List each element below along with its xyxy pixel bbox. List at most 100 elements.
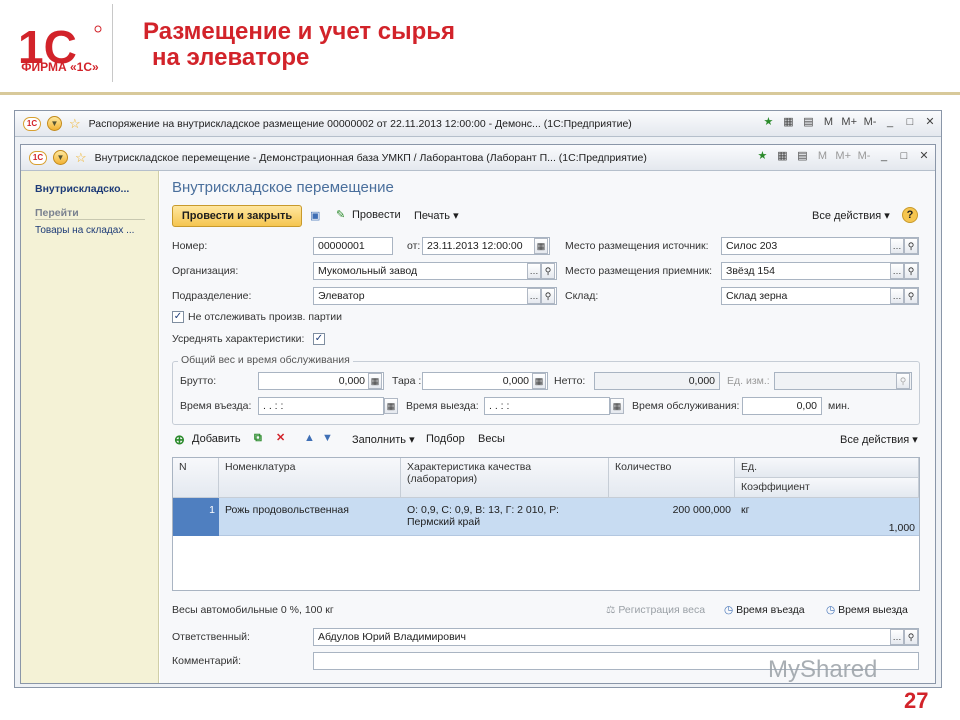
no-track-checkbox[interactable]: ✓ (172, 311, 184, 323)
calendar-icon[interactable]: ▦ (534, 238, 548, 254)
col-header-qty[interactable]: Количество (609, 458, 735, 498)
favorite-star-icon[interactable]: ☆ (69, 116, 81, 132)
selection-button[interactable]: Подбор (426, 433, 465, 445)
organization-field[interactable]: Мукомольный завод (313, 262, 557, 280)
col-header-n[interactable]: N (173, 458, 219, 498)
calendar-icon[interactable]: ▦ (384, 398, 398, 414)
all-actions-button[interactable]: Все действия ▾ (812, 209, 890, 222)
save-icon[interactable]: ▣ (310, 209, 320, 222)
fill-button[interactable]: Заполнить ▾ (352, 433, 415, 446)
window-menu-icon[interactable]: ▼ (53, 150, 68, 165)
cell-item[interactable]: Рожь продовольственная (225, 504, 395, 516)
search-icon[interactable]: ⚲ (904, 263, 918, 279)
star-add-icon[interactable]: ★ (755, 149, 769, 162)
number-field[interactable]: 00000001 (313, 237, 393, 255)
close-button[interactable]: ✕ (923, 115, 937, 128)
calendar-icon[interactable]: ▤ (801, 115, 815, 128)
move-up-icon[interactable]: ▲ (304, 432, 315, 444)
slide-title: Размещение и учет сырья (143, 18, 456, 45)
search-icon[interactable]: ⚲ (541, 288, 555, 304)
calc-icon[interactable]: ▦ (781, 115, 795, 128)
sidebar-section-goto: Перейти (35, 207, 145, 220)
clock-icon: ◷ (724, 604, 734, 616)
search-icon[interactable]: ⚲ (904, 238, 918, 254)
memory-plus-button[interactable]: M+ (835, 150, 851, 162)
search-icon[interactable]: ⚲ (904, 629, 918, 645)
responsible-field[interactable]: Абдулов Юрий Владимирович (313, 628, 919, 646)
entry-time-field[interactable]: . . : : (258, 397, 384, 415)
entry-time-label: Время въезда: (180, 400, 252, 412)
calculator-icon[interactable]: ▦ (532, 373, 546, 389)
memory-m-button[interactable]: M (821, 116, 835, 128)
memory-plus-button[interactable]: M+ (841, 116, 857, 128)
table-row[interactable]: 1 Рожь продовольственная О: 0,9, С: 0,9,… (173, 498, 919, 536)
1c-app-icon[interactable]: 1C (29, 150, 47, 165)
maximize-button[interactable]: □ (903, 116, 917, 128)
minimize-button[interactable]: _ (877, 150, 891, 162)
print-button[interactable]: Печать ▾ (414, 209, 459, 222)
select-button[interactable]: … (527, 263, 541, 279)
col-header-coef[interactable]: Коэффициент (735, 478, 919, 498)
copy-icon[interactable]: ⧉ (254, 432, 262, 445)
calendar-icon[interactable]: ▦ (610, 398, 624, 414)
outer-titlebar: 1C ▼ ☆ Распоряжение на внутрискладское р… (15, 111, 941, 137)
maximize-button[interactable]: □ (897, 150, 911, 162)
average-label: Усреднять характеристики: (172, 333, 305, 345)
unit-label: Ед. изм.: (727, 375, 770, 387)
memory-minus-button[interactable]: M- (863, 116, 877, 128)
help-icon[interactable]: ? (902, 207, 918, 223)
sidebar-heading[interactable]: Внутрискладско... (35, 183, 129, 195)
calendar-icon[interactable]: ▤ (795, 149, 809, 162)
post-and-close-button[interactable]: Провести и закрыть (172, 205, 302, 227)
select-button[interactable]: … (890, 238, 904, 254)
department-field[interactable]: Элеватор (313, 287, 557, 305)
post-button[interactable]: Провести (352, 209, 401, 221)
select-button[interactable]: … (890, 629, 904, 645)
add-button[interactable]: Добавить (192, 433, 241, 445)
search-icon[interactable]: ⚲ (541, 263, 555, 279)
calc-icon[interactable]: ▦ (775, 149, 789, 162)
tare-field[interactable]: 0,000 (422, 372, 548, 390)
exit-time-field[interactable]: . . : : (484, 397, 610, 415)
date-field[interactable]: 23.11.2013 12:00:00 (422, 237, 550, 255)
cell-coef[interactable]: 1,000 (741, 522, 915, 534)
favorite-star-icon[interactable]: ☆ (75, 150, 87, 166)
calculator-icon[interactable]: ▦ (368, 373, 382, 389)
select-button[interactable]: … (527, 288, 541, 304)
service-time-field[interactable]: 0,00 (742, 397, 822, 415)
inner-titlebar: 1C ▼ ☆ Внутрискладское перемещение - Дем… (21, 145, 935, 171)
1c-app-icon[interactable]: 1C (23, 116, 41, 131)
table-all-actions-button[interactable]: Все действия ▾ (840, 433, 918, 446)
col-header-quality[interactable]: Характеристика качества (лаборатория) (401, 458, 609, 498)
memory-m-button[interactable]: M (815, 150, 829, 162)
gross-field[interactable]: 0,000 (258, 372, 384, 390)
minimize-button[interactable]: _ (883, 116, 897, 128)
col-header-unit[interactable]: Ед. (735, 458, 919, 478)
move-down-icon[interactable]: ▼ (322, 432, 333, 444)
cell-unit[interactable]: кг (741, 504, 801, 516)
col-header-item[interactable]: Номенклатура (219, 458, 401, 498)
add-icon[interactable]: ⊕ (174, 432, 185, 448)
select-button[interactable]: … (890, 288, 904, 304)
average-checkbox[interactable]: ✓ (313, 333, 325, 345)
logo-text: ФИРМА «1С» (21, 60, 99, 74)
sidebar-link-stock[interactable]: Товары на складах ... (35, 225, 134, 236)
service-time-unit: мин. (828, 400, 850, 412)
inner-window: 1C ▼ ☆ Внутрискладское перемещение - Дем… (20, 144, 936, 684)
search-icon[interactable]: ⚲ (904, 288, 918, 304)
cell-quality[interactable]: О: 0,9, С: 0,9, В: 13, Г: 2 010, Р: Перм… (407, 504, 603, 528)
delete-icon[interactable]: ✕ (276, 431, 285, 444)
window-menu-icon[interactable]: ▼ (47, 116, 62, 131)
cell-qty[interactable]: 200 000,000 (609, 504, 731, 516)
star-add-icon[interactable]: ★ (761, 115, 775, 128)
memory-minus-button[interactable]: M- (857, 150, 871, 162)
post-icon[interactable]: ✎ (336, 208, 345, 221)
exit-time-link[interactable]: ◷ Время выезда (826, 604, 908, 616)
cell-n: 1 (209, 504, 215, 516)
search-icon: ⚲ (896, 373, 910, 389)
select-button[interactable]: … (890, 263, 904, 279)
entry-time-link[interactable]: ◷ Время въезда (724, 604, 805, 616)
close-button[interactable]: ✕ (917, 149, 931, 162)
weights-button[interactable]: Весы (478, 433, 505, 445)
register-weight-link[interactable]: ⚖ Регистрация веса (606, 604, 705, 616)
